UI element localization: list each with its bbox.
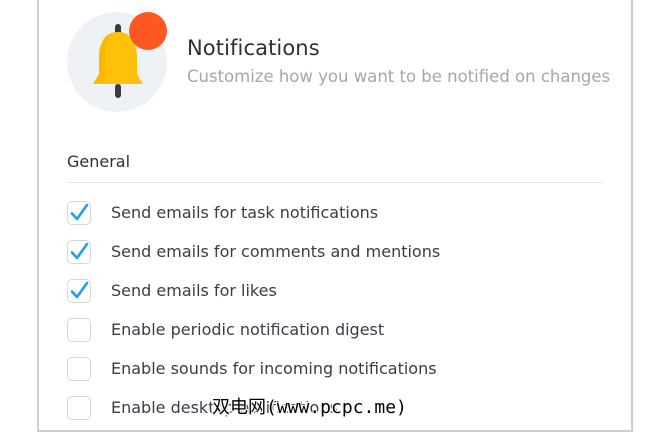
option-label: Send emails for likes [111,281,277,300]
section-divider [67,182,603,183]
option-label: Send emails for comments and mentions [111,242,441,261]
notification-badge [129,12,167,50]
section-title-general: General [67,152,131,171]
checkbox-task-emails[interactable] [67,200,91,225]
watermark: 双电网(www.pcpc.me) [212,397,407,418]
checkmark-icon [70,281,89,298]
checkmark-icon [70,242,89,259]
option-task-emails[interactable]: Send emails for task notifications [67,193,440,232]
option-sounds[interactable]: Enable sounds for incoming notifications [67,349,440,388]
checkbox-comment-emails[interactable] [67,239,91,264]
checkbox-digest[interactable] [67,317,91,342]
checkbox-desktop[interactable] [67,395,91,420]
option-like-emails[interactable]: Send emails for likes [67,271,440,310]
notification-options-list: Send emails for task notifications Send … [67,193,440,427]
option-comment-emails[interactable]: Send emails for comments and mentions [67,232,440,271]
checkbox-like-emails[interactable] [67,278,91,303]
checkmark-icon [70,203,89,220]
option-label: Send emails for task notifications [111,203,379,222]
option-digest[interactable]: Enable periodic notification digest [67,310,440,349]
page-subtitle: Customize how you want to be notified on… [187,67,611,86]
page-title: Notifications [187,36,320,60]
notifications-panel: Notifications Customize how you want to … [37,0,633,432]
checkbox-sounds[interactable] [67,356,91,381]
option-label: Enable sounds for incoming notifications [111,359,437,378]
option-label: Enable periodic notification digest [111,320,385,339]
